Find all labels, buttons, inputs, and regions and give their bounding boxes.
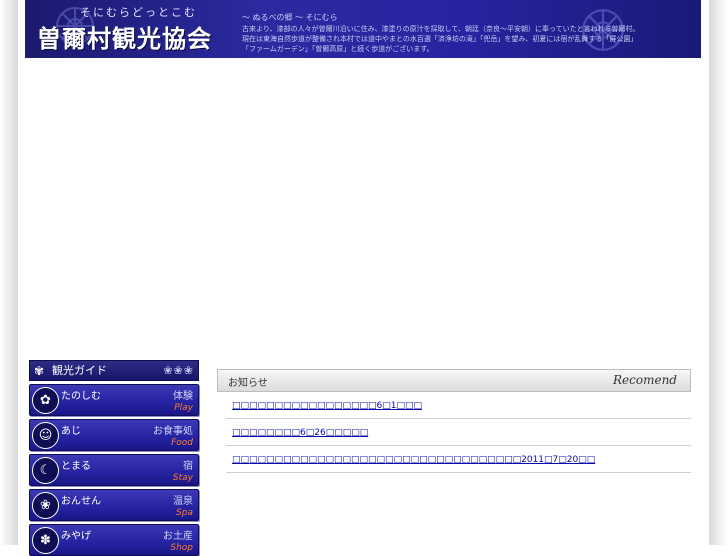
news-item: □□□□□□□□6□26□□□□□ bbox=[226, 419, 691, 446]
news-item: □□□□□□□□□□□□□□□□□□□□□□□□□□□□□□□□□□2011□7… bbox=[226, 446, 691, 473]
page-shadow-left bbox=[0, 0, 18, 545]
news-heading: お知らせ Recomend bbox=[217, 369, 691, 392]
sidebar-item-kanji: お土産 bbox=[163, 531, 193, 542]
page: そにむらどっとこむ 曽爾村観光協会 〜 ぬるべの郷 〜 そにむら 古来より、漆部… bbox=[18, 0, 709, 556]
description-line: 現在は東海自然歩道が整備され本村では道中やまとの水百選「済浄坊の滝」「兜岳」を望… bbox=[242, 35, 638, 43]
site-description: 古来より、漆部の人々が曽爾川沿いに住み、漆塗りの原汁を採取して、朝廷（奈良〜平安… bbox=[242, 24, 697, 54]
sidebar-item-kanji: 宿 bbox=[183, 461, 193, 472]
site-subtitle: 〜 ぬるべの郷 〜 そにむら bbox=[242, 13, 338, 22]
moon-crest-icon: ☾ bbox=[32, 457, 59, 484]
description-line: 「ファームガーデン」「曽爾高原」と続く歩道がございます。 bbox=[242, 45, 434, 53]
news-heading-label: お知らせ bbox=[228, 378, 268, 389]
guide-heading-label: 観光ガイド bbox=[52, 364, 107, 377]
news-link[interactable]: □□□□□□□□□□□□□□□□□6□1□□□ bbox=[232, 401, 422, 411]
header-banner[interactable]: そにむらどっとこむ 曽爾村観光協会 〜 ぬるべの郷 〜 そにむら 古来より、漆部… bbox=[25, 0, 701, 58]
sidebar-item-label: おんせん bbox=[61, 496, 101, 507]
sidebar-item-food[interactable]: ☺ あじ お食事処 Food bbox=[29, 419, 199, 451]
sidebar-item-english: Stay bbox=[172, 473, 193, 483]
sidebar-item-english: Play bbox=[174, 403, 193, 413]
sidebar-item-spa[interactable]: ❀ おんせん 温泉 Spa bbox=[29, 489, 199, 521]
sidebar-item-shop[interactable]: ✽ みやげ お土産 Shop bbox=[29, 524, 199, 556]
flower-row-icon: ❀❀❀ bbox=[163, 364, 194, 377]
face-crest-icon: ☺ bbox=[32, 422, 59, 449]
spa-crest-icon: ❀ bbox=[32, 492, 59, 519]
sidebar-item-label: とまる bbox=[61, 461, 91, 472]
flower-crest-icon: ✿ bbox=[32, 387, 59, 414]
guide-heading: ✾ 観光ガイド ❀❀❀ bbox=[29, 360, 199, 381]
site-kana-title: そにむらどっとこむ bbox=[80, 6, 197, 19]
news-item: □□□□□□□□□□□□□□□□□6□1□□□ bbox=[226, 392, 691, 419]
sidebar-item-label: みやげ bbox=[61, 531, 91, 542]
recomend-label: Recomend bbox=[613, 373, 677, 387]
site-logo[interactable]: 曽爾村観光協会 bbox=[37, 19, 212, 54]
sidebar-item-kanji: 体験 bbox=[173, 391, 193, 402]
news-link[interactable]: □□□□□□□□□□□□□□□□□□□□□□□□□□□□□□□□□□2011□7… bbox=[232, 455, 595, 465]
flower-icon: ✾ bbox=[34, 364, 45, 378]
sidebar-item-english: Spa bbox=[176, 508, 193, 518]
sidebar-item-stay[interactable]: ☾ とまる 宿 Stay bbox=[29, 454, 199, 486]
page-shadow-right bbox=[709, 0, 727, 545]
sidebar-item-kanji: 温泉 bbox=[173, 496, 193, 507]
sidebar-item-play[interactable]: ✿ たのしむ 体験 Play bbox=[29, 384, 199, 416]
news-link[interactable]: □□□□□□□□6□26□□□□□ bbox=[232, 428, 368, 438]
gift-crest-icon: ✽ bbox=[32, 527, 59, 554]
sidebar-item-label: たのしむ bbox=[61, 391, 101, 402]
news-section: お知らせ Recomend □□□□□□□□□□□□□□□□□6□1□□□ □□… bbox=[217, 369, 691, 473]
sidebar-item-english: Food bbox=[171, 438, 193, 448]
news-list: □□□□□□□□□□□□□□□□□6□1□□□ □□□□□□□□6□26□□□□… bbox=[217, 392, 691, 473]
sidebar-item-kanji: お食事処 bbox=[153, 426, 193, 437]
sidebar-item-label: あじ bbox=[61, 426, 81, 437]
description-line: 古来より、漆部の人々が曽爾川沿いに住み、漆塗りの原汁を採取して、朝廷（奈良〜平安… bbox=[242, 25, 640, 33]
sidebar-guide: ✾ 観光ガイド ❀❀❀ ✿ たのしむ 体験 Play ☺ あじ お食事処 Foo… bbox=[29, 360, 199, 556]
